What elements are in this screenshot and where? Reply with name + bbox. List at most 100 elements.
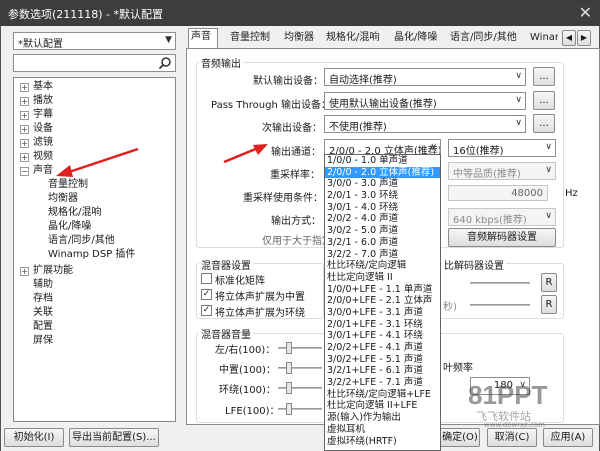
resample-quality-select[interactable]: 中等品质(推荐) ∨ [448,162,556,180]
resample-hz-input[interactable]: 48000 [448,185,548,201]
dropdown-option[interactable]: 3/0/2 - 5.0 声道 [325,225,440,237]
dropdown-option[interactable]: 源(输入)作为输出 [325,412,440,424]
dropdown-option[interactable]: 3/0/1+LFE - 4.1 环绕 [325,330,440,342]
expand-center-checkbox[interactable]: ✓ [201,289,212,300]
tree-item-normalize[interactable]: 规格化/混响 [48,206,101,220]
dropdown-option[interactable]: 虚拟环绕(HRTF) [325,436,440,448]
expand-icon: + [20,83,29,92]
default-device-select[interactable]: 自动选择(推荐) ∨ [324,68,526,86]
tab-scroll-right-button[interactable]: ▶ [577,30,591,46]
dropdown-option[interactable]: 2/0/2 - 4.0 声道 [325,213,440,225]
tree-item-auxiliary[interactable]: 辅助 [33,278,53,292]
dropdown-option[interactable]: 3/0/0 - 3.0 声道 [325,178,440,190]
tree-item-extensions[interactable]: + 扩展功能 [14,264,73,278]
passthrough-device-select[interactable]: 使用默认输出设备(推荐) ∨ [324,92,526,110]
profile-select[interactable]: *默认配置 ▼ [13,32,176,50]
tree-item-video[interactable]: + 视频 [14,150,53,164]
dropdown-option[interactable]: 3/2/1 - 6.0 声道 [325,237,440,249]
tree-item-equalizer[interactable]: 均衡器 [48,192,78,206]
secondary-more-button[interactable]: ... [533,114,555,133]
dropdown-option[interactable]: 2/0/1 - 3.0 环绕 [325,190,440,202]
lfe-volume-thumb[interactable] [286,403,292,415]
bitrate-select[interactable]: 640 kbps(推荐) ∨ [448,208,556,226]
dropdown-option[interactable]: 3/2/1+LFE - 6.1 声道 [325,365,440,377]
tree-item-audio[interactable]: − 声音 [14,164,53,178]
annotation-arrow-right [223,144,268,164]
dropdown-option[interactable]: 虚拟耳机 [325,424,440,436]
default-device-more-button[interactable]: ... [533,67,555,86]
expand-surround-checkbox[interactable]: ✓ [201,305,212,316]
output-channel-dropdown-list[interactable]: 1/0/0 - 1.0 单声道 2/0/0 - 2.0 立体声(推荐) 3/0/0 … [324,154,441,451]
bit-depth-select[interactable]: 16位(推荐) ∨ [448,139,556,157]
cancel-button[interactable]: 取消(C) [487,428,537,447]
tab-crystal[interactable]: 晶化/降噪 [392,30,439,48]
tree-item-filters[interactable]: + 滤镜 [14,136,53,150]
chevron-down-icon: ▼ [165,35,172,45]
tree-item-basic[interactable]: + 基本 [14,80,53,94]
dropdown-option[interactable]: 杜比定向逻辑 II [325,272,440,284]
tab-equalizer[interactable]: 均衡器 [282,30,316,48]
profile-search-field[interactable] [13,54,176,72]
surround-volume-thumb[interactable] [286,382,292,394]
dropdown-option[interactable]: 1/0/0+LFE - 1.1 单声道 [325,284,440,296]
lfe-volume-slider[interactable] [278,408,322,410]
dropdown-option[interactable]: 2/0/1+LFE - 3.1 环绕 [325,319,440,331]
center-volume-thumb[interactable] [286,362,292,374]
center-volume-slider[interactable] [278,367,322,369]
audio-decoder-settings-button[interactable]: 音频解码器设置 [448,228,556,247]
decoder-slider-2[interactable] [470,304,530,306]
tree-item-association[interactable]: 关联 [33,306,53,320]
surround-volume-slider[interactable] [278,387,322,389]
dropdown-option[interactable]: 2/0/0 - 2.0 立体声(推荐) [325,166,440,179]
tab-audio[interactable]: 声音 [188,28,218,48]
tab-volume-control[interactable]: 音量控制 [228,30,272,48]
initialize-button[interactable]: 初始化(I) [4,428,64,447]
dropdown-option[interactable]: 杜比环绕/定向逻辑+LFE [325,389,440,401]
decoder-reset-button-1[interactable]: R [541,273,557,292]
chevron-down-icon: ∨ [515,71,522,81]
dropdown-option[interactable]: 3/2/2 - 7.0 声道 [325,249,440,261]
tree-item-winamp-dsp[interactable]: Winamp DSP 插件 [48,248,135,262]
chevron-down-icon: ∨ [545,142,552,152]
dropdown-option[interactable]: 2/0/2+LFE - 4.1 声道 [325,342,440,354]
dropdown-option[interactable]: 3/2/2+LFE - 7.1 声道 [325,377,440,389]
apply-button[interactable]: 应用(A) [543,428,593,447]
tree-item-devices[interactable]: + 设备 [14,122,53,136]
tree-item-crystal[interactable]: 晶化/降噪 [48,220,91,234]
output-channel-label: 输出通道： [271,147,321,158]
dropdown-option[interactable]: 3/0/2+LFE - 5.1 声道 [325,354,440,366]
chevron-down-icon: ∨ [545,211,552,221]
tree-item-archive[interactable]: 存档 [33,292,53,306]
normalize-matrix-label: 标准化矩阵 [215,276,265,287]
select-value: 自动选择(推荐) [329,75,397,86]
tab-label: 音量控制 [230,32,270,43]
search-icon[interactable] [158,56,172,70]
dropdown-option[interactable]: 3/0/0+LFE - 3.1 声道 [325,307,440,319]
left-right-volume-thumb[interactable] [286,342,292,354]
export-config-button[interactable]: 导出当前配置(S)... [69,428,159,447]
dropdown-option[interactable]: 杜比环绕/定向逻辑 [325,260,440,272]
tree-item-subtitles[interactable]: + 字幕 [14,108,53,122]
dropdown-option[interactable]: 杜比定向逻辑 II+LFE [325,400,440,412]
passthrough-more-button[interactable]: ... [533,91,555,110]
left-right-volume-slider[interactable] [278,347,322,349]
ok-button[interactable]: 确定(O) [440,428,480,447]
default-device-label: 默认输出设备： [253,76,323,87]
tab-normalize[interactable]: 规格化/混响 [324,30,381,48]
dropdown-option[interactable]: 1/0/0 - 1.0 单声道 [325,155,440,167]
tree-item-screensaver[interactable]: 屏保 [33,334,53,348]
dropdown-option[interactable]: 3/0/1 - 4.0 环绕 [325,202,440,214]
tree-item-playback[interactable]: + 播放 [14,94,53,108]
dropdown-option[interactable]: 2/0/0+LFE - 2.1 立体声 [325,295,440,307]
decoder-reset-button-2[interactable]: R [541,295,557,314]
close-icon[interactable]: ✕ [579,3,592,22]
normalize-matrix-checkbox[interactable] [201,273,212,284]
tree-item-config[interactable]: 配置 [33,320,53,334]
tab-winamp[interactable]: Winam [528,30,558,48]
tree-item-label: 关联 [33,307,53,318]
tab-scroll-left-button[interactable]: ◀ [562,30,576,46]
secondary-device-select[interactable]: 不使用(推荐) ∨ [324,115,526,133]
decoder-slider-1[interactable] [470,282,530,284]
tree-item-language-sync[interactable]: 语言/同步/其他 [48,234,115,248]
tab-language-sync[interactable]: 语言/同步/其他 [448,30,519,48]
